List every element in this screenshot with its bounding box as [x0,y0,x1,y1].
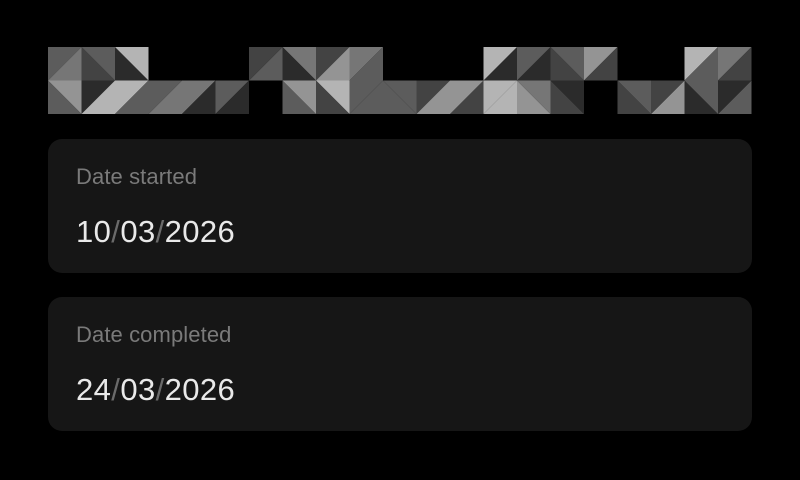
date-started-year: 2026 [164,214,236,249]
date-started-day: 10 [76,214,112,249]
date-started-month: 03 [120,214,156,249]
date-completed-label: Date completed [76,322,232,347]
date-completed-year: 2026 [164,372,236,407]
date-completed-value[interactable]: 24/03/2026 [76,372,235,408]
date-started-value[interactable]: 10/03/2026 [76,214,235,250]
date-completed-field[interactable]: Date completed 24/03/2026 [48,297,752,431]
triangle-pattern-graphic [48,47,752,114]
date-separator: / [155,372,165,407]
date-separator: / [111,372,121,407]
date-separator: / [111,214,121,249]
date-started-label: Date started [76,164,198,189]
triangle-pattern-banner [48,47,752,114]
date-completed-month: 03 [120,372,156,407]
date-completed-day: 24 [76,372,112,407]
date-started-field[interactable]: Date started 10/03/2026 [48,139,752,273]
date-separator: / [155,214,165,249]
